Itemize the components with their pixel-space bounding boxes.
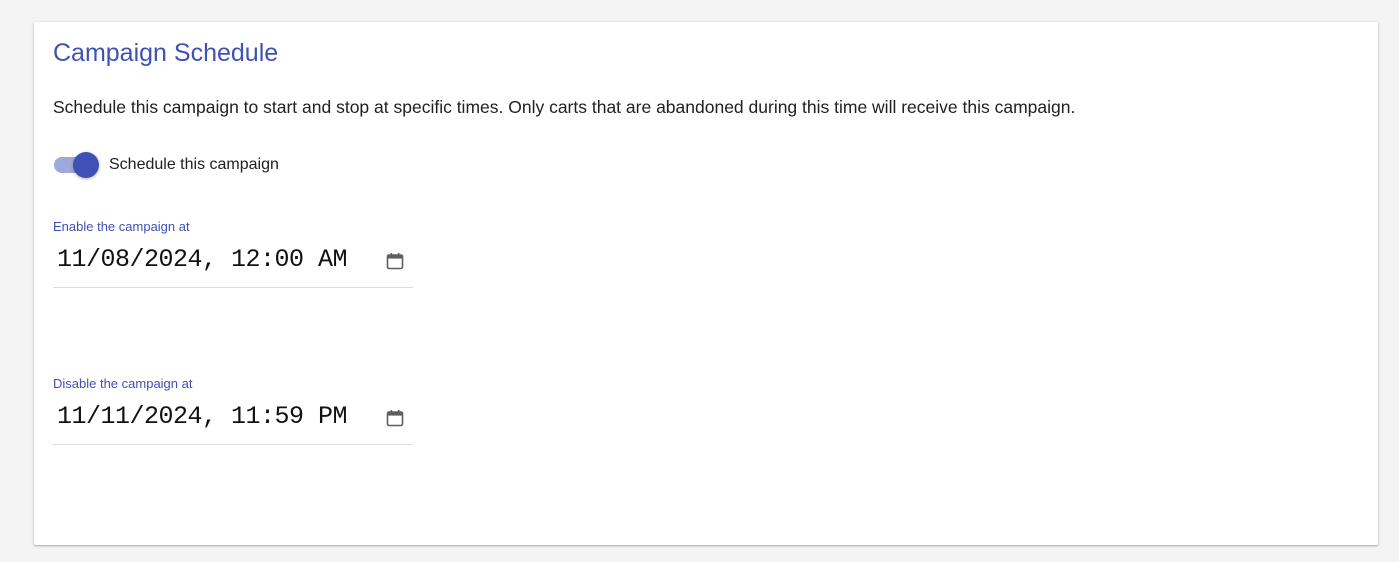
disable-campaign-value[interactable]: 11/11/2024, 11:59 PM bbox=[57, 402, 348, 431]
card-description: Schedule this campaign to start and stop… bbox=[53, 97, 1076, 117]
enable-campaign-field: Enable the campaign at 11/08/2024, 12:00… bbox=[53, 219, 413, 288]
toggle-thumb[interactable] bbox=[73, 152, 99, 178]
schedule-toggle-label[interactable]: Schedule this campaign bbox=[109, 156, 279, 174]
calendar-icon[interactable] bbox=[385, 408, 405, 428]
disable-campaign-label: Disable the campaign at bbox=[53, 376, 193, 391]
enable-campaign-label: Enable the campaign at bbox=[53, 219, 190, 234]
calendar-icon[interactable] bbox=[385, 251, 405, 271]
enable-campaign-value[interactable]: 11/08/2024, 12:00 AM bbox=[57, 245, 348, 274]
disable-campaign-field: Disable the campaign at 11/11/2024, 11:5… bbox=[53, 376, 413, 445]
schedule-toggle-row[interactable]: Schedule this campaign bbox=[53, 152, 279, 178]
campaign-schedule-card: Campaign Schedule Schedule this campaign… bbox=[34, 22, 1378, 545]
disable-campaign-datetime-input[interactable]: 11/11/2024, 11:59 PM bbox=[53, 397, 413, 445]
schedule-toggle-switch[interactable] bbox=[53, 152, 99, 178]
card-title: Campaign Schedule bbox=[53, 39, 279, 67]
enable-campaign-datetime-input[interactable]: 11/08/2024, 12:00 AM bbox=[53, 240, 413, 288]
